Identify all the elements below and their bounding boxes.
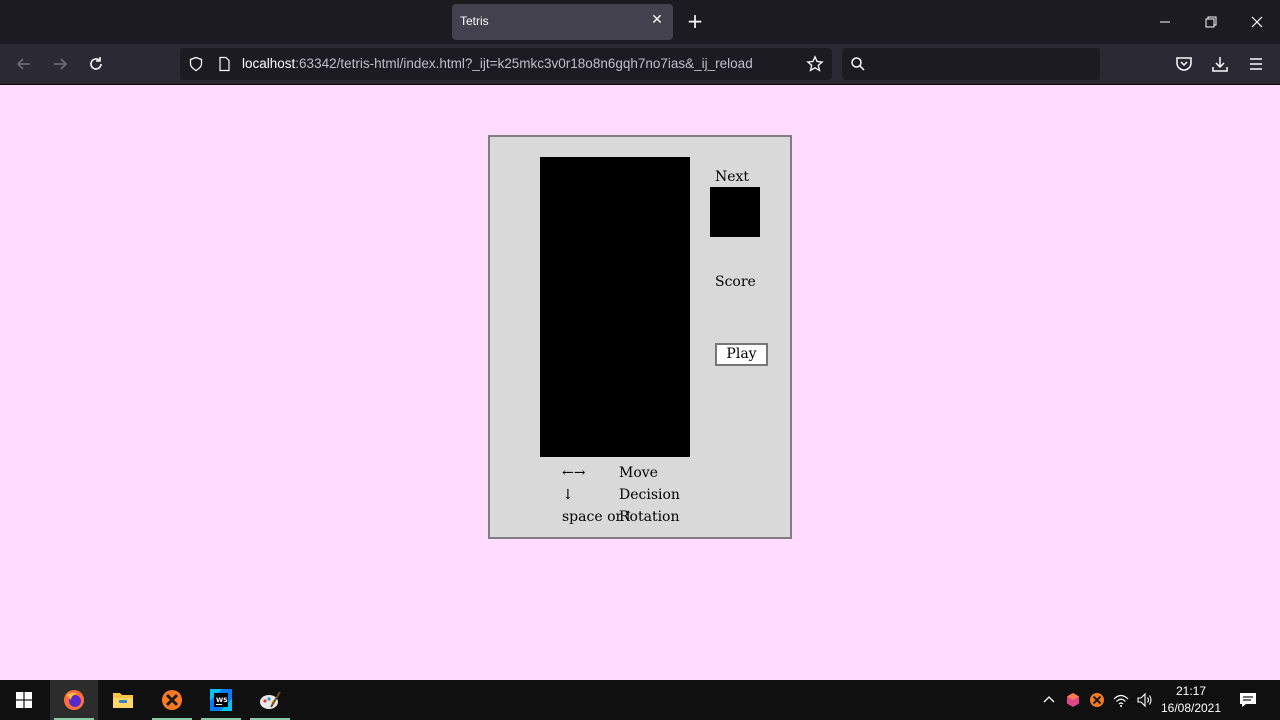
app-tray-icon[interactable] [1065,692,1081,708]
firefox-icon [64,690,84,710]
taskbar-paint-app[interactable] [246,680,294,720]
close-window-icon[interactable] [1247,12,1267,32]
minimize-icon[interactable] [1155,12,1175,32]
forward-icon[interactable] [50,54,70,74]
xampp-tray-icon[interactable] [1089,692,1105,708]
restore-icon[interactable] [1201,12,1221,32]
controls-legend: ←→ Move ↓ Decision space or↑ Rotation [562,465,702,531]
windows-taskbar: WS 21:17 16/08/2021 [0,680,1280,720]
url-path: :63342/tetris-html/index.html?_ijt=k25mk… [295,56,753,71]
tab-tetris[interactable]: Tetris ✕ [452,4,673,40]
control-row: ↓ Decision [562,487,702,509]
score-label: Score [715,274,756,290]
volume-icon[interactable] [1137,692,1153,708]
browser-nav-bar: localhost:63342/tetris-html/index.html?_… [0,44,1280,85]
reload-icon[interactable] [86,54,106,74]
browser-tab-bar: Tetris ✕ + [0,0,1280,44]
chevron-up-icon[interactable] [1041,692,1057,708]
control-row: space or↑ Rotation [562,509,702,531]
wifi-icon[interactable] [1113,692,1129,708]
url-host: localhost [242,56,296,71]
page-icon[interactable] [216,56,232,72]
system-clock[interactable]: 21:17 16/08/2021 [1158,683,1224,717]
control-action: Move [619,465,658,481]
tab-title: Tetris [460,14,489,28]
svg-text:WS: WS [216,696,228,704]
windows-start-icon [16,692,32,708]
tetris-panel: Next Score Play ←→ Move ↓ Decision space… [488,135,792,539]
taskbar-file-explorer[interactable] [99,680,147,720]
search-icon [851,57,865,71]
notification-icon[interactable] [1239,691,1257,709]
url-text[interactable]: localhost:63342/tetris-html/index.html?_… [242,56,753,71]
shield-icon[interactable] [188,56,204,72]
clock-time: 21:17 [1175,684,1207,698]
paint-app-icon [260,691,281,709]
search-bar[interactable] [842,48,1100,80]
tab-close-icon[interactable]: ✕ [649,12,665,28]
taskbar-firefox[interactable] [50,680,98,720]
menu-icon[interactable] [1246,54,1266,74]
clock-date: 16/08/2021 [1160,701,1222,715]
next-piece-preview [710,187,760,237]
bookmark-star-icon[interactable] [806,55,824,73]
webstorm-icon: WS [210,689,232,711]
xampp-icon [162,690,182,710]
back-icon[interactable] [14,54,34,74]
play-button[interactable]: Play [715,343,768,366]
taskbar-xampp[interactable] [148,680,196,720]
control-key: ←→ [562,465,586,481]
game-board[interactable] [540,157,690,457]
control-action: Rotation [619,509,680,525]
download-icon[interactable] [1210,54,1230,74]
control-key: ↓ [562,487,574,503]
new-tab-icon[interactable]: + [684,10,706,32]
address-bar[interactable]: localhost:63342/tetris-html/index.html?_… [180,48,832,80]
file-explorer-icon [113,693,133,708]
next-label: Next [715,169,750,185]
control-row: ←→ Move [562,465,702,487]
control-action: Decision [619,487,680,503]
taskbar-webstorm[interactable]: WS [197,680,245,720]
pocket-icon[interactable] [1174,54,1194,74]
start-button[interactable] [0,680,48,720]
